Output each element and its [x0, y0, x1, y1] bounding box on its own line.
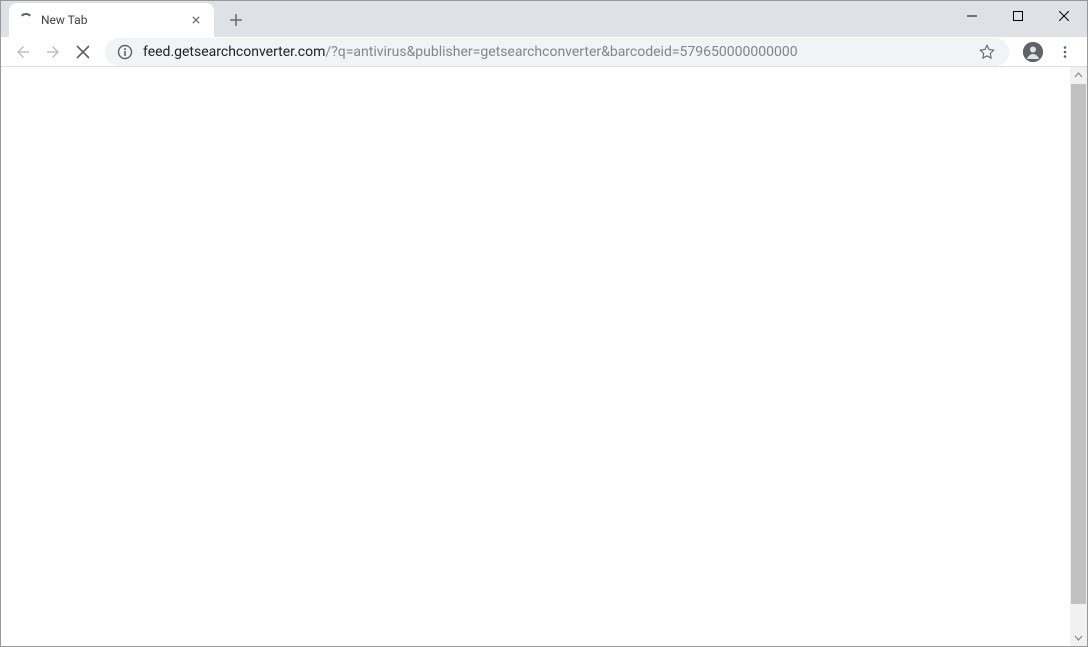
tab-strip: New Tab — [1, 1, 1087, 37]
arrow-right-icon — [44, 43, 62, 61]
menu-button[interactable] — [1051, 38, 1079, 66]
bookmark-button[interactable] — [977, 42, 997, 62]
info-icon — [117, 44, 133, 60]
chevron-down-icon — [1074, 633, 1083, 642]
scroll-up-button[interactable] — [1070, 67, 1087, 84]
toolbar: feed.getsearchconverter.com/?q=antivirus… — [1, 37, 1087, 67]
stop-icon — [76, 45, 90, 59]
tab-close-button[interactable] — [188, 12, 204, 28]
url-text: feed.getsearchconverter.com/?q=antivirus… — [143, 44, 969, 60]
dots-vertical-icon — [1058, 45, 1072, 59]
avatar-icon — [1023, 42, 1043, 62]
url-domain: feed.getsearchconverter.com — [143, 44, 325, 60]
scroll-down-button[interactable] — [1070, 629, 1087, 646]
tab-active[interactable]: New Tab — [9, 3, 214, 37]
tab-title: New Tab — [41, 13, 188, 27]
site-info-button[interactable] — [117, 44, 133, 60]
scrollbar-thumb[interactable] — [1071, 84, 1086, 604]
loading-spinner-icon — [19, 13, 33, 27]
window-close-button[interactable] — [1041, 1, 1087, 31]
page-content — [1, 67, 1087, 646]
url-path: /?q=antivirus&publisher=getsearchconvert… — [325, 44, 797, 60]
back-button[interactable] — [9, 38, 37, 66]
minimize-button[interactable] — [949, 1, 995, 31]
arrow-left-icon — [14, 43, 32, 61]
profile-button[interactable] — [1019, 38, 1047, 66]
minimize-icon — [967, 11, 977, 21]
scrollbar-vertical[interactable] — [1070, 67, 1087, 646]
new-tab-button[interactable] — [222, 6, 250, 34]
close-icon — [1059, 11, 1069, 21]
star-icon — [979, 44, 995, 60]
address-bar[interactable]: feed.getsearchconverter.com/?q=antivirus… — [105, 38, 1009, 66]
chevron-up-icon — [1074, 71, 1083, 80]
plus-icon — [229, 13, 243, 27]
maximize-button[interactable] — [995, 1, 1041, 31]
window-controls — [949, 1, 1087, 37]
maximize-icon — [1013, 11, 1023, 21]
close-icon — [192, 16, 200, 24]
stop-reload-button[interactable] — [69, 38, 97, 66]
forward-button[interactable] — [39, 38, 67, 66]
